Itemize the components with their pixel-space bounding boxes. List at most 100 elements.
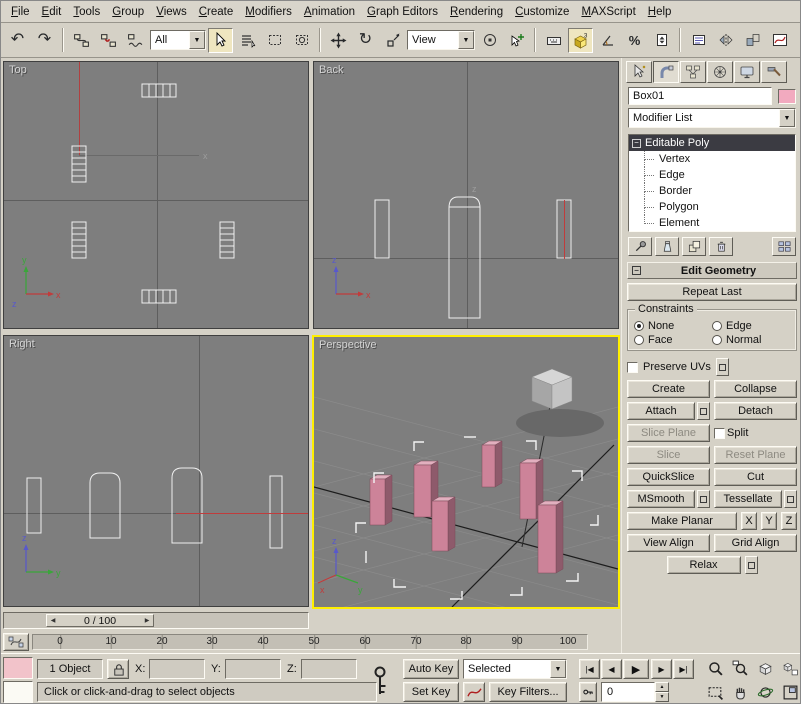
pin-stack-icon[interactable] — [628, 237, 652, 256]
collapse-icon[interactable]: − — [632, 266, 641, 275]
select-and-move-icon[interactable] — [326, 28, 351, 53]
pan-hand-icon[interactable] — [728, 681, 752, 703]
menu-animation[interactable]: Animation — [298, 3, 361, 21]
menu-maxscript[interactable]: MAXScript — [575, 3, 641, 21]
zoom-region-icon[interactable] — [703, 681, 727, 703]
arc-rotate-icon[interactable] — [753, 681, 777, 703]
make-planar-y-button[interactable]: Y — [761, 512, 777, 530]
collapse-icon[interactable]: − — [632, 139, 641, 148]
constraint-face-radio[interactable] — [634, 335, 644, 345]
stack-item-polygon[interactable]: Polygon — [629, 199, 795, 215]
chevron-down-icon[interactable]: ▼ — [550, 660, 566, 678]
preserve-uvs-checkbox[interactable] — [627, 362, 638, 373]
auto-key-button[interactable]: Auto Key — [403, 659, 459, 679]
make-planar-x-button[interactable]: X — [741, 512, 757, 530]
y-coord-field[interactable] — [225, 659, 281, 679]
spinner-up-icon[interactable]: ▲ — [655, 682, 669, 692]
repeat-last-button[interactable]: Repeat Last — [627, 283, 797, 301]
menu-customize[interactable]: Customize — [509, 3, 575, 21]
chevron-down-icon[interactable]: ▼ — [189, 31, 205, 49]
time-slider-thumb[interactable]: ◀ 0 / 100 ▶ — [46, 614, 154, 627]
quickslice-button[interactable]: QuickSlice — [627, 468, 710, 486]
x-coord-field[interactable] — [149, 659, 205, 679]
constraint-none-radio[interactable] — [634, 321, 644, 331]
menu-file[interactable]: File — [5, 3, 36, 21]
key-filters-button[interactable]: Key Filters... — [489, 682, 567, 702]
bind-to-spacewarp-icon[interactable] — [123, 28, 148, 53]
previous-frame-button[interactable]: ◀ — [601, 659, 622, 679]
z-coord-field[interactable] — [301, 659, 357, 679]
attach-list-button[interactable] — [697, 402, 710, 420]
rollout-header[interactable]: − Edit Geometry — [627, 262, 797, 279]
zoom-all-icon[interactable] — [728, 657, 752, 679]
window-crossing-toggle-icon[interactable] — [289, 28, 314, 53]
stack-item-editable-poly[interactable]: − Editable Poly — [629, 135, 795, 151]
menu-group[interactable]: Group — [106, 3, 150, 21]
stack-item-vertex[interactable]: Vertex — [629, 151, 795, 167]
select-and-scale-icon[interactable] — [380, 28, 405, 53]
show-end-result-icon[interactable] — [655, 237, 679, 256]
frame-spinner[interactable]: ▲ ▼ — [655, 682, 669, 702]
chevron-down-icon[interactable]: ▼ — [779, 109, 795, 127]
macro-recorder-mini-listener[interactable] — [3, 657, 33, 679]
percent-snap-icon[interactable]: % — [622, 28, 647, 53]
selection-filter-dropdown[interactable]: All ▼ — [150, 30, 206, 50]
default-in-out-tangent-icon[interactable] — [463, 682, 485, 702]
time-slider-track[interactable]: ◀ 0 / 100 ▶ — [3, 612, 309, 629]
min-max-toggle-icon[interactable] — [778, 681, 801, 703]
remove-modifier-icon[interactable] — [709, 237, 733, 256]
tab-utilities-icon[interactable] — [761, 61, 787, 83]
angle-snap-icon[interactable] — [595, 28, 620, 53]
viewport-right[interactable]: z y Right — [3, 335, 309, 607]
object-name-field[interactable]: Box01 — [628, 87, 772, 105]
zoom-icon[interactable] — [703, 657, 727, 679]
stack-item-edge[interactable]: Edge — [629, 167, 795, 183]
go-to-end-button[interactable]: ▶| — [673, 659, 694, 679]
next-frame-arrow-icon[interactable]: ▶ — [141, 617, 153, 624]
select-object-icon[interactable] — [208, 28, 233, 53]
make-unique-icon[interactable] — [682, 237, 706, 256]
mini-curve-editor-button[interactable] — [3, 633, 29, 651]
menu-create[interactable]: Create — [193, 3, 240, 21]
unlink-selection-icon[interactable] — [96, 28, 121, 53]
select-and-manipulate-icon[interactable] — [504, 28, 529, 53]
set-keys-key-icon[interactable] — [367, 659, 393, 702]
menu-graph-editors[interactable]: Graph Editors — [361, 3, 444, 21]
key-mode-dropdown[interactable]: Selected ▼ — [463, 659, 567, 679]
tab-create-icon[interactable] — [626, 61, 652, 83]
msmooth-button[interactable]: MSmooth — [627, 490, 695, 508]
go-to-start-button[interactable]: |◀ — [579, 659, 600, 679]
tab-display-icon[interactable] — [734, 61, 760, 83]
stack-item-element[interactable]: Element — [629, 215, 795, 231]
detach-button[interactable]: Detach — [714, 402, 797, 420]
slice-plane-button[interactable]: Slice Plane — [627, 424, 710, 442]
cut-button[interactable]: Cut — [714, 468, 797, 486]
configure-modifier-sets-icon[interactable] — [772, 237, 796, 256]
view-align-button[interactable]: View Align — [627, 534, 710, 552]
maxscript-mini-listener[interactable] — [3, 681, 33, 703]
next-frame-button[interactable]: ▶ — [651, 659, 672, 679]
spinner-snap-icon[interactable] — [649, 28, 674, 53]
tab-hierarchy-icon[interactable] — [680, 61, 706, 83]
chevron-down-icon[interactable]: ▼ — [458, 31, 474, 49]
tab-motion-icon[interactable] — [707, 61, 733, 83]
use-pivot-center-icon[interactable] — [477, 28, 502, 53]
viewport-perspective[interactable]: z x y Perspective — [312, 335, 620, 609]
menu-modifiers[interactable]: Modifiers — [239, 3, 298, 21]
make-planar-z-button[interactable]: Z — [781, 512, 797, 530]
menu-rendering[interactable]: Rendering — [444, 3, 509, 21]
collapse-button[interactable]: Collapse — [714, 380, 797, 398]
menu-edit[interactable]: Edit — [36, 3, 68, 21]
curve-editor-icon[interactable] — [767, 28, 792, 53]
msmooth-settings-button[interactable] — [697, 490, 710, 508]
constraint-edge-radio[interactable] — [712, 321, 722, 331]
attach-button[interactable]: Attach — [627, 402, 695, 420]
select-by-name-icon[interactable] — [235, 28, 260, 53]
rectangular-selection-region-icon[interactable] — [262, 28, 287, 53]
tab-modify-icon[interactable] — [653, 61, 679, 83]
grid-align-button[interactable]: Grid Align — [714, 534, 797, 552]
tessellate-button[interactable]: Tessellate — [714, 490, 782, 508]
menu-views[interactable]: Views — [150, 3, 192, 21]
select-and-rotate-icon[interactable]: ↻ — [353, 28, 378, 53]
viewport-top[interactable]: x y x z Top — [3, 61, 309, 329]
